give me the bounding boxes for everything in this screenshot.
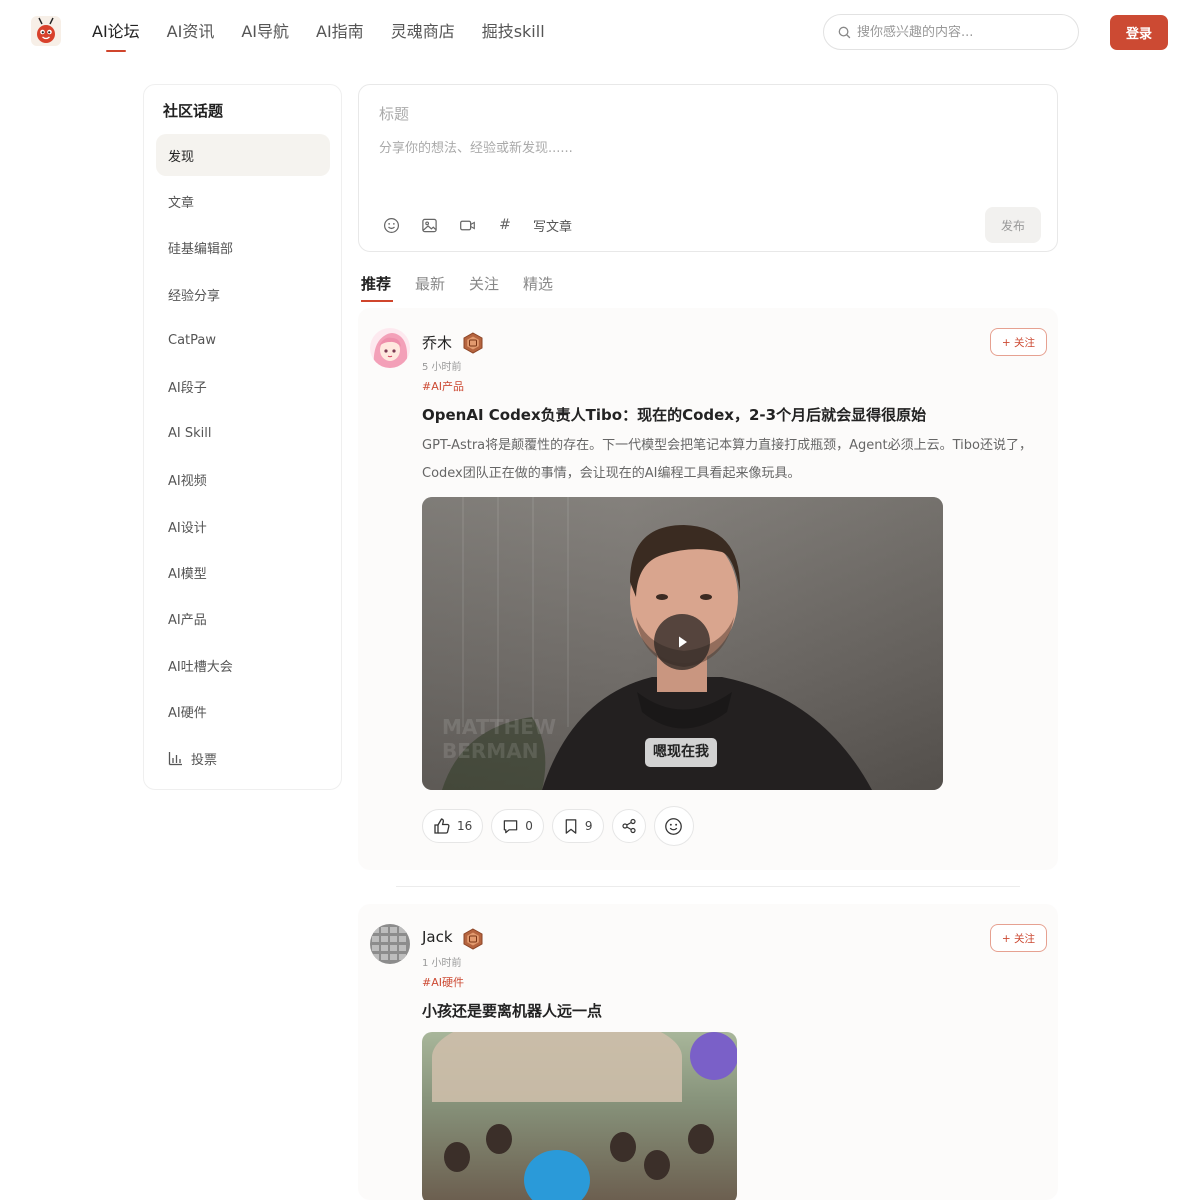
app-root: AI论坛 AI资讯 AI导航 AI指南 灵魂商店 掘技skill 登录 社区话题…	[0, 0, 1200, 1200]
sidebar-item-catpaw[interactable]: CatPaw	[156, 320, 330, 362]
sidebar-title: 社区话题	[163, 102, 224, 120]
emoji-icon[interactable]	[381, 215, 401, 235]
main-nav: AI论坛 AI资讯 AI导航 AI指南 灵魂商店 掘技skill	[92, 0, 572, 66]
author-name[interactable]: 乔木	[422, 332, 452, 353]
hashtag-icon[interactable]: #	[495, 215, 515, 235]
composer-toolbar: # 写文章	[381, 215, 572, 235]
emoji-icon	[665, 817, 682, 835]
image-crowd	[610, 1132, 636, 1162]
video-icon[interactable]	[457, 215, 477, 235]
share-button[interactable]	[611, 809, 646, 843]
sidebar-item-ai-models[interactable]: AI模型	[156, 552, 330, 594]
like-button[interactable]: 16	[422, 809, 484, 843]
sidebar-item-label: 投票	[191, 752, 218, 768]
bookmark-count: 9	[584, 819, 593, 833]
follow-button[interactable]: + 关注	[990, 328, 1047, 356]
sidebar-item-ai-video[interactable]: AI视频	[156, 459, 330, 501]
composer-title-input[interactable]	[379, 105, 1019, 123]
reaction-button[interactable]	[653, 806, 694, 846]
level-badge-icon	[462, 928, 484, 950]
sidebar-item-ai-skill[interactable]: AI Skill	[156, 412, 330, 454]
topic-sidebar: 社区话题 发现 文章 硅基编辑部 经验分享 CatPaw AI段子 AI Ski…	[143, 84, 342, 790]
nav-ai-directory[interactable]: AI导航	[241, 0, 289, 66]
image-umbrella	[432, 1032, 682, 1102]
top-header: AI论坛 AI资讯 AI导航 AI指南 灵魂商店 掘技skill 登录	[0, 0, 1200, 66]
comment-button[interactable]: 0	[491, 809, 544, 843]
post-video[interactable]: MATTHEW BERMAN 嗯现在我	[422, 497, 943, 790]
like-count: 16	[457, 819, 473, 833]
post-time: 5 小时前	[422, 362, 462, 373]
sidebar-list: 发现 文章 硅基编辑部 经验分享 CatPaw AI段子 AI Skill AI…	[156, 134, 330, 783]
sidebar-item-ai-design[interactable]: AI设计	[156, 505, 330, 547]
post-actions: 16 0 9	[422, 806, 702, 846]
sidebar-item-articles[interactable]: 文章	[156, 180, 330, 222]
sidebar-item-vote[interactable]: 投票	[156, 737, 330, 779]
image-crowd	[644, 1150, 670, 1180]
post-title[interactable]: 小孩还是要离机器人远一点	[422, 1000, 602, 1021]
image-balloon	[690, 1032, 737, 1080]
thumbs-up-icon	[434, 818, 450, 834]
feed-tabs: 推荐 最新 关注 精选	[361, 270, 577, 302]
image-crowd	[444, 1142, 470, 1172]
feed-post: Jack 1 小时前 #AI硬件 小孩还是要离机器人远一点 + 关注	[358, 904, 1058, 1200]
sidebar-item-experience[interactable]: 经验分享	[156, 273, 330, 315]
nav-skill[interactable]: 掘技skill	[482, 0, 545, 66]
sidebar-item-silicon-editorial[interactable]: 硅基编辑部	[156, 227, 330, 269]
sidebar-item-ai-roast[interactable]: AI吐槽大会	[156, 644, 330, 686]
tab-following[interactable]: 关注	[469, 270, 499, 302]
bookmark-icon	[565, 818, 577, 834]
tab-latest[interactable]: 最新	[415, 270, 445, 302]
tab-featured[interactable]: 精选	[523, 270, 553, 302]
tab-recommended[interactable]: 推荐	[361, 270, 394, 302]
bar-chart-icon	[168, 751, 183, 766]
write-article-link[interactable]: 写文章	[533, 216, 572, 235]
sidebar-item-ai-hardware[interactable]: AI硬件	[156, 691, 330, 733]
image-crowd	[486, 1124, 512, 1154]
avatar[interactable]	[370, 328, 410, 368]
post-excerpt[interactable]: GPT-Astra将是颠覆性的存在。下一代模型会把笔记本算力直接打成瓶颈，Age…	[422, 432, 1048, 488]
follow-button[interactable]: + 关注	[990, 924, 1047, 952]
avatar[interactable]	[370, 924, 410, 964]
composer-body-input[interactable]	[379, 137, 1019, 197]
comment-count: 0	[525, 819, 533, 833]
post-divider	[396, 886, 1020, 887]
video-caption: 嗯现在我	[645, 738, 717, 767]
sidebar-item-ai-products[interactable]: AI产品	[156, 598, 330, 640]
post-time: 1 小时前	[422, 958, 462, 969]
ant-mascot-icon[interactable]	[30, 15, 62, 47]
comment-icon	[504, 819, 518, 833]
post-topic-tag[interactable]: #AI硬件	[422, 974, 464, 990]
search-icon	[838, 26, 851, 38]
image-crowd	[688, 1124, 714, 1154]
post-topic-tag[interactable]: #AI产品	[422, 378, 464, 394]
search-box	[823, 14, 1079, 50]
level-badge-icon	[462, 332, 484, 354]
post-title[interactable]: OpenAI Codex负责人Tibo：现在的Codex，2-3个月后就会显得很…	[422, 404, 926, 425]
feed-post: 乔木 5 小时前 #AI产品 OpenAI Codex负责人Tibo：现在的Co…	[358, 308, 1058, 870]
search-input[interactable]	[857, 24, 1067, 40]
share-icon	[621, 818, 636, 834]
publish-button[interactable]: 发布	[985, 207, 1041, 243]
image-icon[interactable]	[419, 215, 439, 235]
video-watermark: MATTHEW BERMAN	[442, 715, 557, 763]
nav-soul-store[interactable]: 灵魂商店	[391, 0, 455, 66]
post-image[interactable]	[422, 1032, 737, 1200]
nav-ai-guide[interactable]: AI指南	[316, 0, 364, 66]
play-icon[interactable]	[654, 614, 710, 670]
post-composer: # 写文章 发布	[358, 84, 1058, 252]
nav-ai-news[interactable]: AI资讯	[167, 0, 215, 66]
bookmark-button[interactable]: 9	[551, 809, 604, 843]
sidebar-item-ai-jokes[interactable]: AI段子	[156, 366, 330, 408]
nav-ai-forum[interactable]: AI论坛	[92, 0, 140, 66]
login-button[interactable]: 登录	[1110, 15, 1168, 50]
image-blue-hair	[524, 1150, 590, 1200]
sidebar-item-discover[interactable]: 发现	[156, 134, 330, 176]
author-name[interactable]: Jack	[422, 928, 453, 946]
